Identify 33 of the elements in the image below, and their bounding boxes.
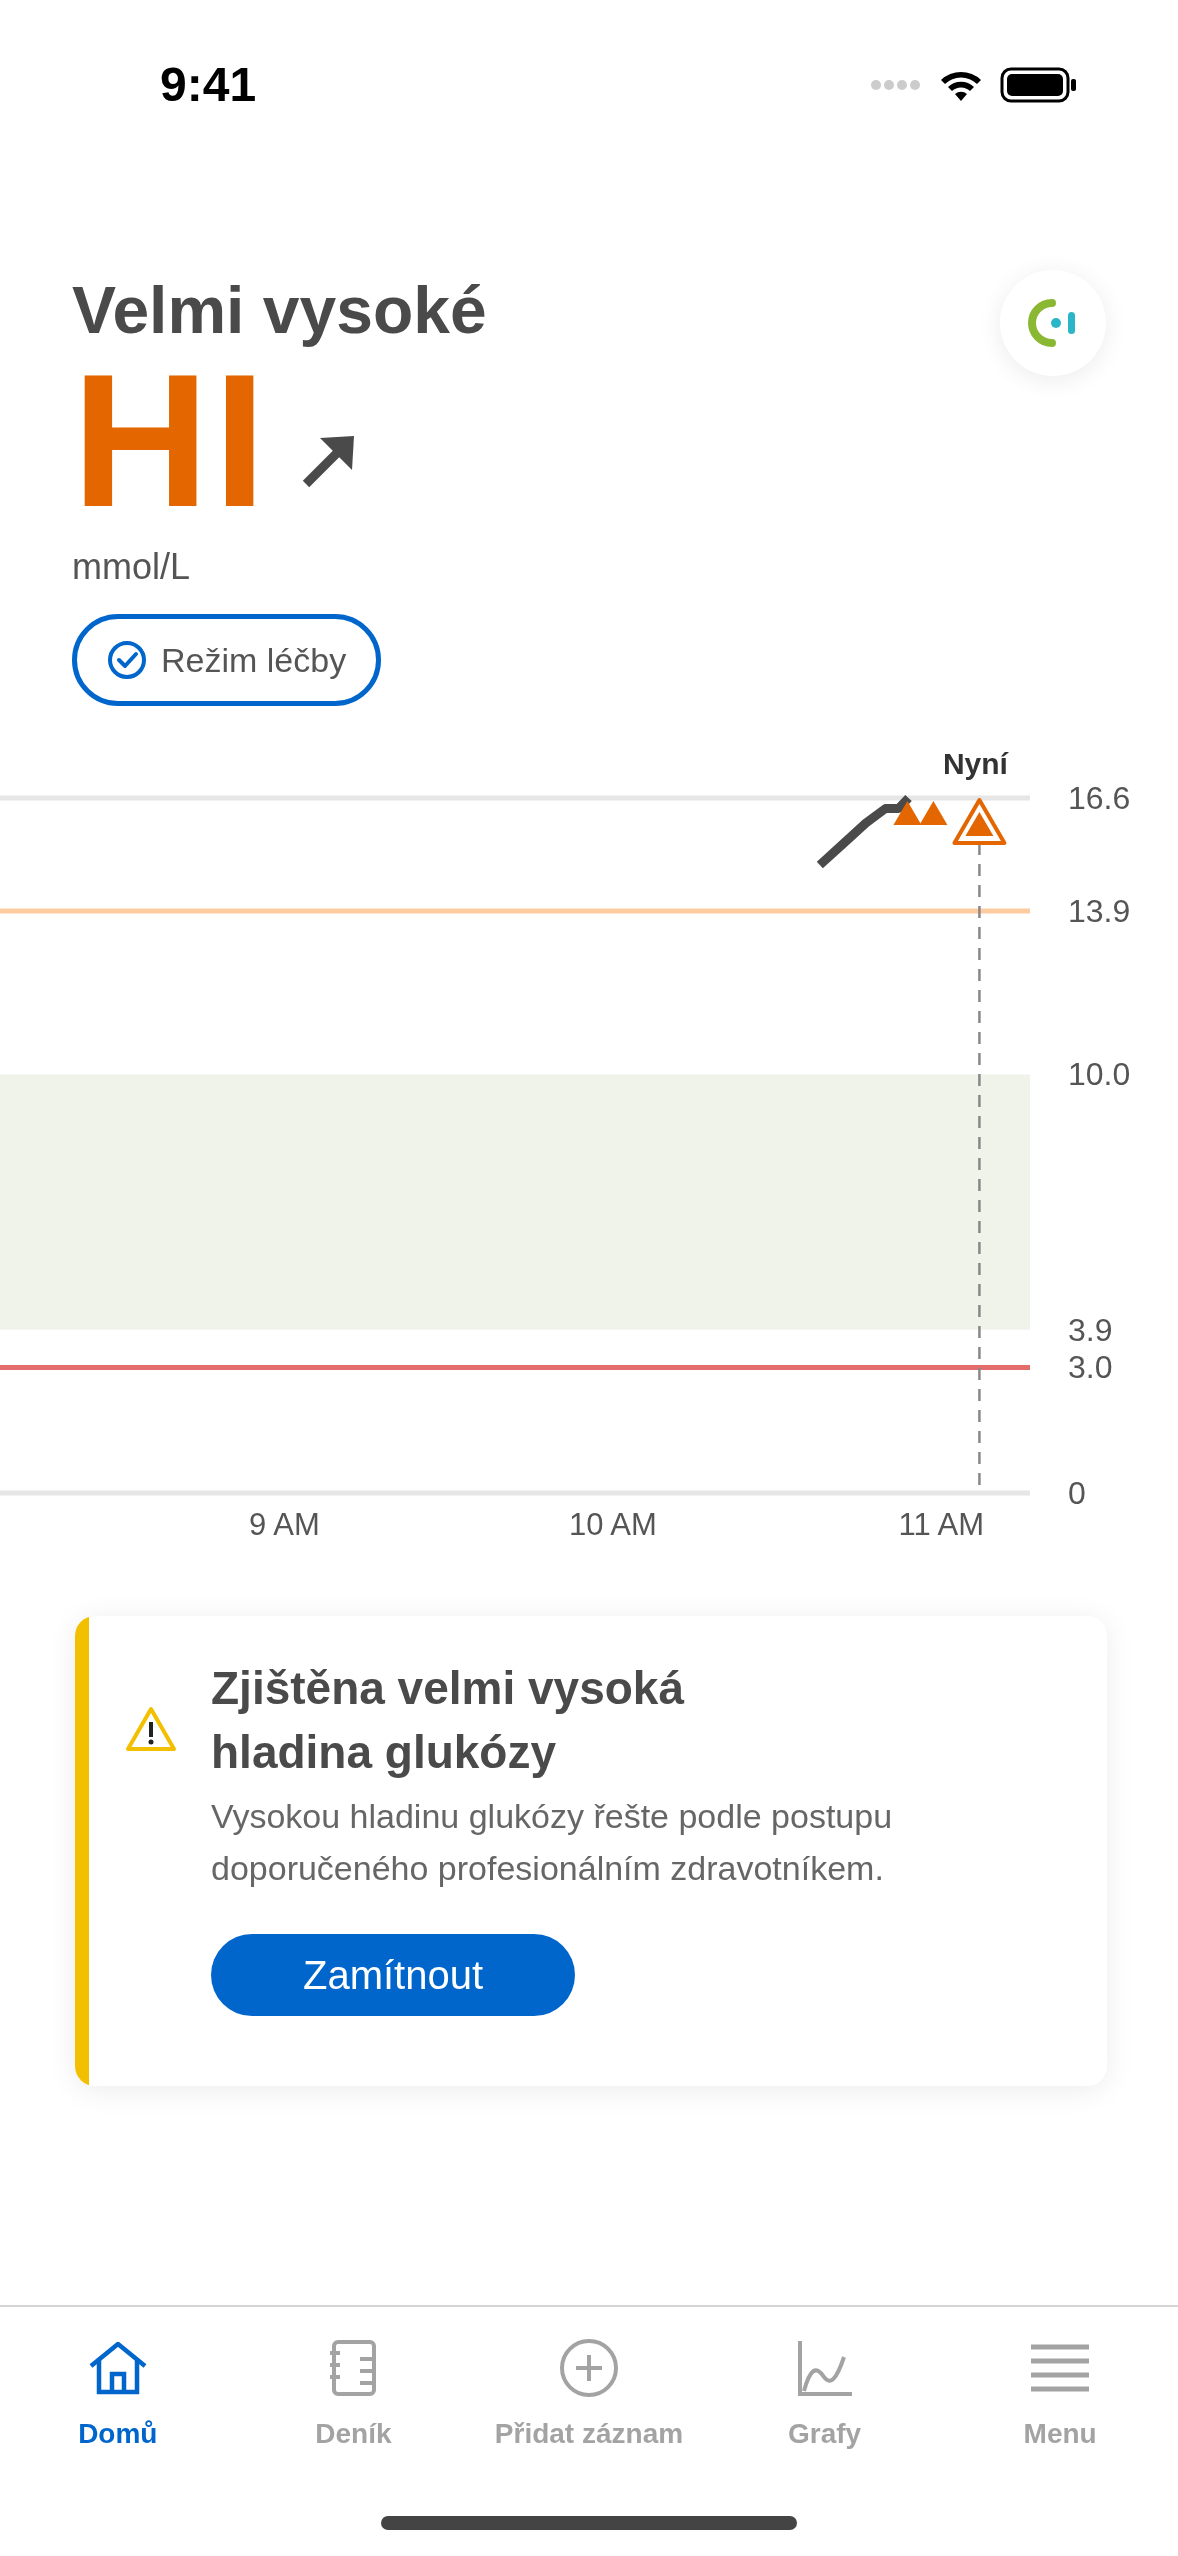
now-label: Nyní	[942, 747, 1008, 780]
tab-bar-item[interactable]: Menu	[942, 2337, 1178, 2455]
tab-bar-item[interactable]: Grafy	[706, 2337, 943, 2455]
y-axis-label: 16.6	[1068, 780, 1131, 816]
alert-title: Zjištěna velmi vysoká hladina glukózy	[211, 1661, 686, 1780]
menu-icon	[1031, 2343, 1090, 2393]
tab-bar-item[interactable]: Domů	[0, 2337, 236, 2455]
tab-bar-item[interactable]: Deník	[235, 2337, 472, 2455]
x-axis-label: 9 AM	[249, 1507, 320, 1542]
dismiss-button[interactable]: Zamítnout	[211, 1934, 575, 2016]
x-axis-label: 10 AM	[568, 1507, 657, 1542]
treatment-mode-button[interactable]: Režim léčby	[72, 614, 382, 706]
current-high-marker-icon	[952, 798, 1007, 845]
battery-icon	[1000, 67, 1078, 103]
high-marker-icon	[919, 801, 948, 825]
alert-message: Vysokou hladinu glukózy řešte podle postupu doporučeného profesionálním zdravotníkem.	[211, 1796, 894, 1889]
line-graph-icon	[795, 2339, 854, 2397]
glucose-reading: HI	[72, 350, 270, 530]
y-axis-label: 13.9	[1068, 893, 1131, 930]
cellular-signal-icon	[870, 79, 922, 91]
x-axis-label: 11 AM	[898, 1507, 985, 1542]
tab-bar-item[interactable]: Přidat záznam	[471, 2337, 707, 2455]
y-axis-label: 3.9	[1068, 1311, 1113, 1348]
y-axis-label: 3.0	[1068, 1349, 1113, 1386]
warning-icon	[125, 1706, 177, 1752]
high-marker-icon	[893, 801, 922, 825]
status-time: 9:41	[160, 57, 257, 113]
y-axis-label: 10.0	[1068, 1056, 1131, 1093]
glucose-status-title: Velmi vysoké	[72, 272, 487, 349]
notebook-icon	[328, 2339, 379, 2397]
y-axis-label: 0	[1068, 1475, 1086, 1511]
unit-label: mmol/L	[72, 545, 192, 589]
add-circle-icon	[559, 2338, 619, 2398]
